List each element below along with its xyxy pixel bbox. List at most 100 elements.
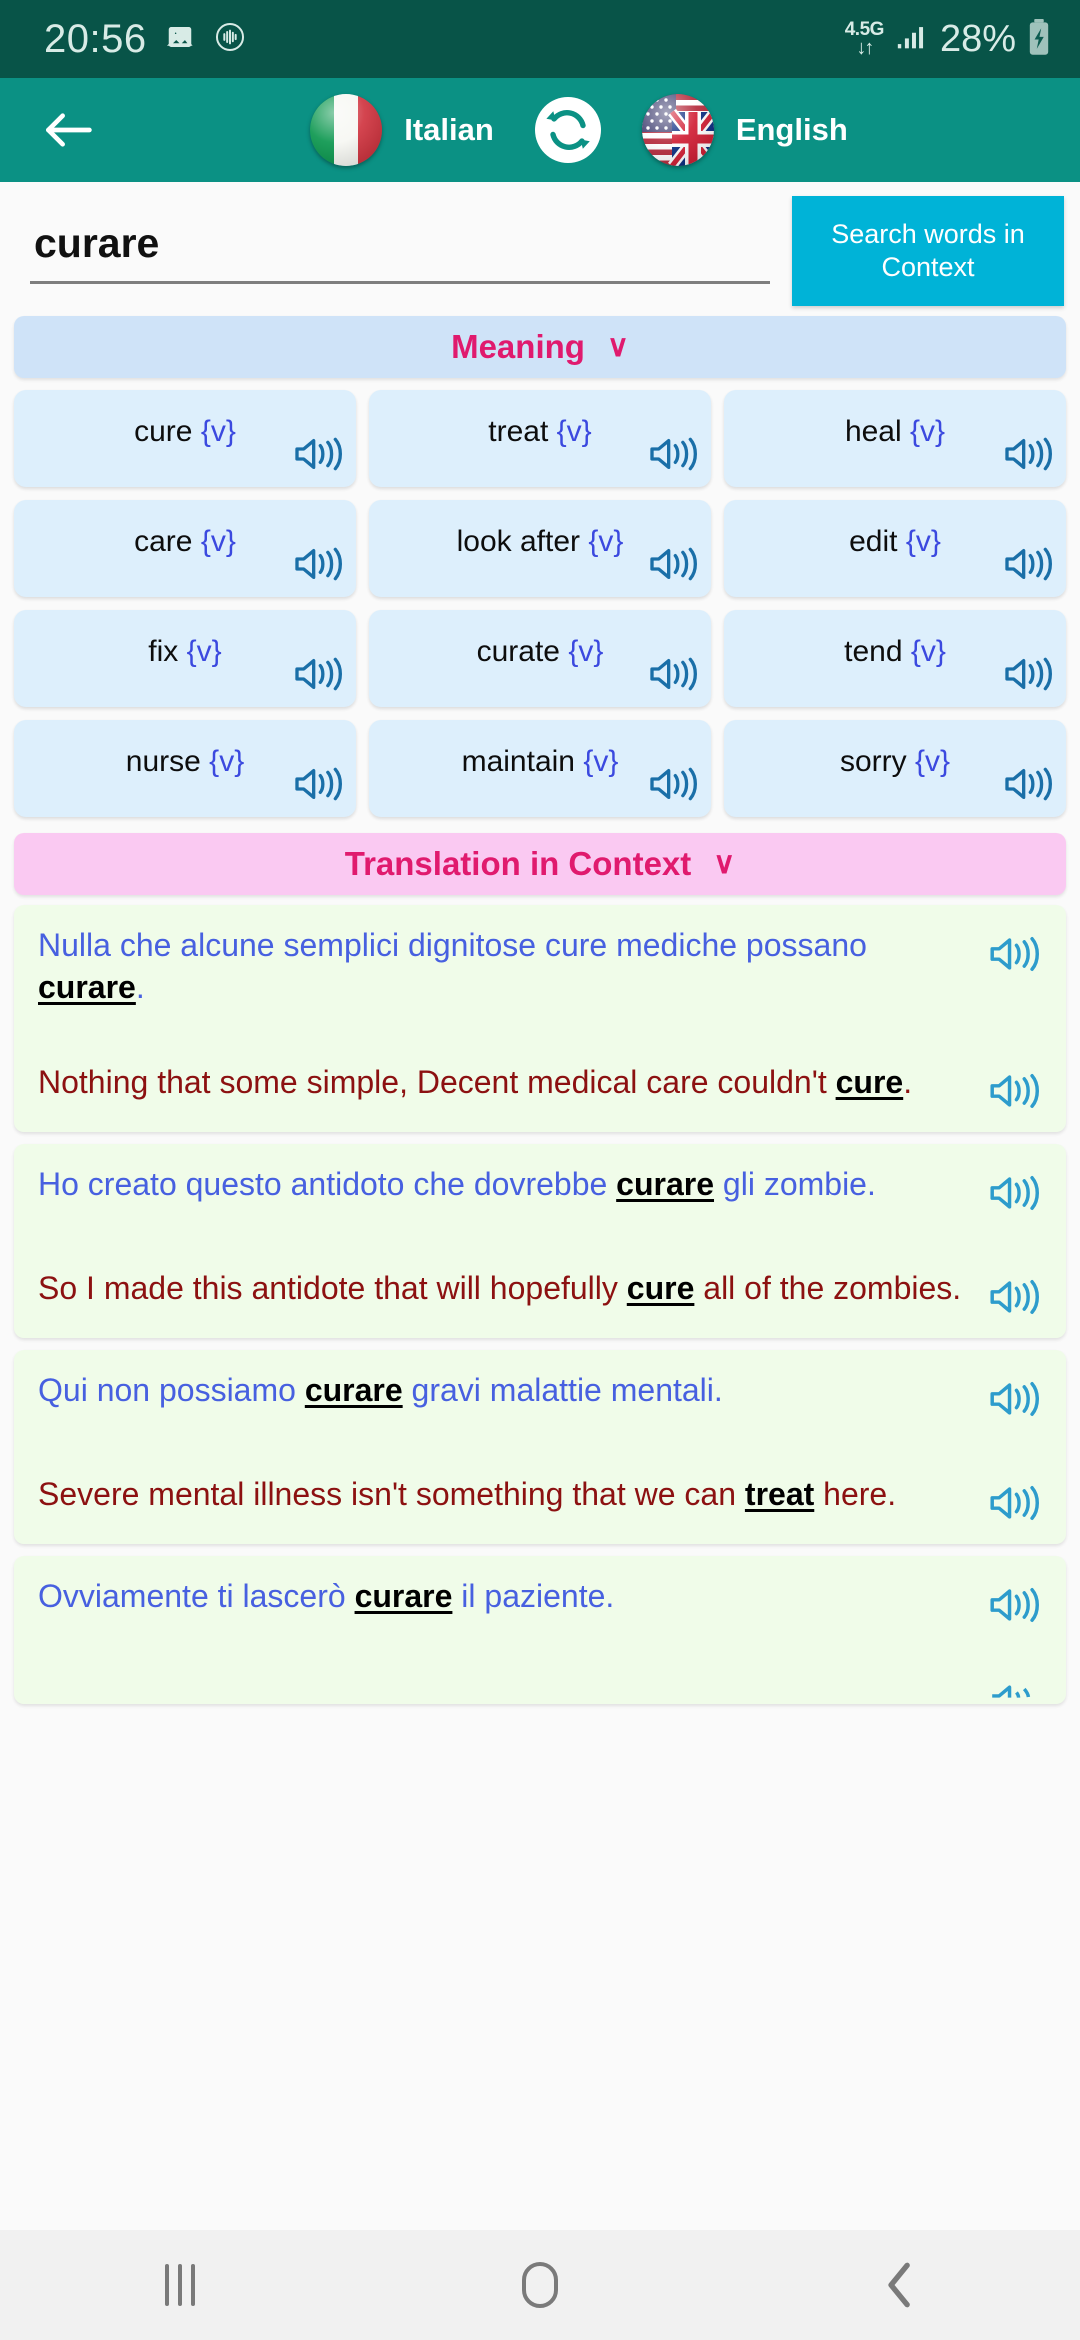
source-sentence: Qui non possiamo curare gravi malattie m… bbox=[38, 1372, 723, 1409]
meaning-section-header[interactable]: Meaning ∨ bbox=[14, 316, 1066, 378]
meaning-card[interactable]: cure {v} bbox=[14, 390, 356, 487]
source-sentence: Ho creato questo antidoto che dovrebbe c… bbox=[38, 1166, 876, 1203]
recents-icon[interactable] bbox=[105, 2230, 255, 2340]
meaning-card[interactable]: maintain {v} bbox=[369, 720, 711, 817]
meaning-word: cure {v} bbox=[134, 414, 236, 448]
speaker-icon[interactable] bbox=[292, 764, 342, 809]
meaning-word: care {v} bbox=[134, 524, 236, 558]
meaning-card[interactable]: edit {v} bbox=[724, 500, 1066, 597]
nav-spacer bbox=[0, 2184, 1080, 2230]
meaning-grid: cure {v} treat {v} heal {v} care {v} loo… bbox=[0, 378, 1080, 817]
context-example-card[interactable]: Nulla che alcune semplici dignitose cure… bbox=[14, 905, 1066, 1133]
context-example-card[interactable]: Qui non possiamo curare gravi malattie m… bbox=[14, 1350, 1066, 1545]
image-icon bbox=[165, 22, 195, 57]
highlight-word: curare bbox=[616, 1166, 715, 1203]
highlight-word: cure bbox=[835, 1064, 904, 1101]
target-sentence: Nothing that some simple, Decent medical… bbox=[38, 1064, 913, 1101]
speaker-icon[interactable] bbox=[292, 654, 342, 699]
battery-charging-icon bbox=[1026, 18, 1052, 61]
battery-percent-label: 28% bbox=[939, 17, 1016, 60]
speaker-icon[interactable] bbox=[292, 544, 342, 589]
speaker-icon[interactable] bbox=[1002, 544, 1052, 589]
status-bar-left: 20:56 bbox=[44, 17, 247, 62]
android-nav-bar bbox=[0, 2230, 1080, 2340]
speaker-icon[interactable] bbox=[647, 654, 697, 699]
meaning-card[interactable]: treat {v} bbox=[369, 390, 711, 487]
speaker-icon[interactable] bbox=[292, 434, 342, 479]
target-sentence-row bbox=[38, 1680, 1042, 1698]
context-section-title: Translation in Context bbox=[344, 845, 692, 882]
back-icon[interactable] bbox=[825, 2230, 975, 2340]
italy-flag-icon[interactable] bbox=[310, 94, 383, 166]
meaning-word: tend {v} bbox=[844, 634, 946, 668]
meaning-card[interactable]: nurse {v} bbox=[14, 720, 356, 817]
meaning-word: maintain {v} bbox=[461, 744, 619, 778]
target-sentence-row: So I made this antidote that will hopefu… bbox=[38, 1268, 1042, 1318]
speaker-icon[interactable] bbox=[984, 1370, 1042, 1420]
speaker-icon[interactable] bbox=[984, 925, 1042, 975]
meaning-word: edit {v} bbox=[849, 524, 941, 558]
speaker-icon[interactable] bbox=[647, 544, 697, 589]
phone-screen: 20:56 4.5G ↓↑ 28% Italian English curare… bbox=[0, 0, 1080, 2340]
meaning-card[interactable]: sorry {v} bbox=[724, 720, 1066, 817]
speaker-icon[interactable] bbox=[984, 1164, 1042, 1214]
target-sentence: Severe mental illness isn't something th… bbox=[38, 1476, 897, 1513]
meaning-card[interactable]: curate {v} bbox=[369, 610, 711, 707]
meaning-card[interactable]: tend {v} bbox=[724, 610, 1066, 707]
source-language-label[interactable]: Italian bbox=[404, 112, 494, 148]
highlight-word: curare bbox=[38, 968, 136, 1005]
source-sentence: Nulla che alcune semplici dignitose cure… bbox=[38, 927, 867, 1005]
meaning-word: nurse {v} bbox=[125, 744, 245, 778]
speaker-icon[interactable] bbox=[1002, 434, 1052, 479]
meaning-card[interactable]: care {v} bbox=[14, 500, 356, 597]
back-arrow-icon[interactable] bbox=[30, 92, 106, 168]
context-section-header[interactable]: Translation in Context ∨ bbox=[14, 833, 1066, 895]
speaker-icon[interactable] bbox=[647, 764, 697, 809]
status-bar-right: 4.5G ↓↑ 28% bbox=[845, 18, 1052, 61]
search-input[interactable] bbox=[30, 196, 770, 284]
target-language-label[interactable]: English bbox=[736, 112, 848, 148]
meaning-card[interactable]: heal {v} bbox=[724, 390, 1066, 487]
target-sentence: So I made this antidote that will hopefu… bbox=[38, 1270, 962, 1307]
search-row: Search words in Context bbox=[0, 182, 1080, 306]
speaker-icon[interactable] bbox=[1002, 654, 1052, 699]
speaker-icon[interactable] bbox=[1002, 764, 1052, 809]
chevron-down-icon: ∨ bbox=[713, 847, 736, 880]
signal-bars-icon bbox=[894, 20, 930, 59]
context-example-card[interactable]: Ho creato questo antidoto che dovrebbe c… bbox=[14, 1144, 1066, 1339]
speaker-icon[interactable] bbox=[984, 1680, 1042, 1698]
app-bar: Italian English bbox=[0, 78, 1080, 182]
meaning-card[interactable]: look after {v} bbox=[369, 500, 711, 597]
status-bar: 20:56 4.5G ↓↑ 28% bbox=[0, 0, 1080, 78]
speaker-icon[interactable] bbox=[647, 434, 697, 479]
context-example-card[interactable]: Ovviamente ti lascerò curare il paziente… bbox=[14, 1556, 1066, 1705]
source-sentence-row: Ovviamente ti lascerò curare il paziente… bbox=[38, 1576, 1042, 1626]
speaker-icon[interactable] bbox=[984, 1062, 1042, 1112]
highlight-word: curare bbox=[354, 1578, 453, 1615]
speaker-icon[interactable] bbox=[984, 1576, 1042, 1626]
search-field-wrap bbox=[0, 196, 792, 284]
target-sentence-row: Nothing that some simple, Decent medical… bbox=[38, 1062, 1042, 1112]
status-clock: 20:56 bbox=[44, 16, 147, 61]
data-arrows-icon: ↓↑ bbox=[856, 37, 874, 59]
highlight-word: cure bbox=[626, 1270, 695, 1307]
speaker-icon[interactable] bbox=[984, 1268, 1042, 1318]
home-icon[interactable] bbox=[465, 2230, 615, 2340]
language-selector: Italian English bbox=[106, 94, 1052, 166]
content-scroll-area[interactable]: Meaning ∨ cure {v} treat {v} heal {v} ca… bbox=[0, 306, 1080, 2184]
target-sentence-row: Severe mental illness isn't something th… bbox=[38, 1474, 1042, 1524]
swap-languages-icon[interactable] bbox=[532, 94, 604, 166]
chevron-down-icon: ∨ bbox=[606, 330, 629, 363]
source-sentence-row: Nulla che alcune semplici dignitose cure… bbox=[38, 925, 1042, 1008]
meaning-word: treat {v} bbox=[488, 414, 592, 448]
meaning-card[interactable]: fix {v} bbox=[14, 610, 356, 707]
search-words-in-context-button[interactable]: Search words in Context bbox=[792, 196, 1064, 306]
sound-wave-icon bbox=[213, 20, 247, 59]
usa-uk-flag-icon[interactable] bbox=[641, 94, 714, 166]
speaker-icon[interactable] bbox=[984, 1474, 1042, 1524]
meaning-word: sorry {v} bbox=[839, 744, 951, 778]
meaning-word: look after {v} bbox=[456, 524, 624, 558]
